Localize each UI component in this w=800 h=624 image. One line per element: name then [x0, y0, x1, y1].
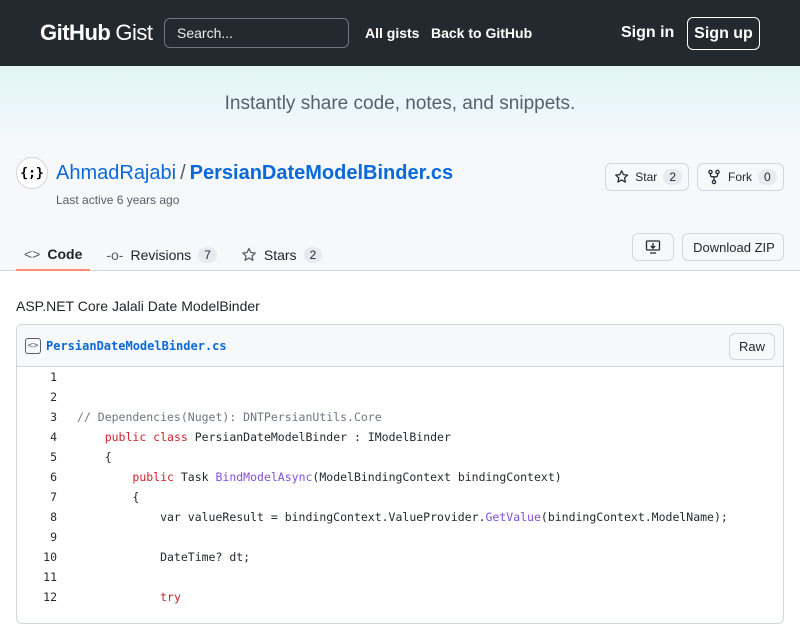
fork-label: Fork: [728, 170, 752, 184]
line-content: try: [73, 590, 181, 604]
line-number[interactable]: 1: [17, 370, 73, 384]
tab-stars-label: Stars: [263, 247, 297, 263]
code-token: var valueResult = bindingContext.ValuePr…: [77, 510, 486, 524]
code-line: 3 // Dependencies(Nuget): DNTPersianUtils…: [17, 407, 783, 427]
gist-description: ASP.NET Core Jalali Date ModelBinder: [16, 298, 260, 314]
stars-count: 2: [303, 247, 323, 263]
code-view: 1 2 3// Dependencies(Nuget): DNTPersianUti…: [17, 367, 783, 607]
code-line: 10 DateTime? dt;: [17, 547, 783, 567]
revisions-count: 7: [198, 247, 217, 263]
line-number[interactable]: 6: [17, 470, 73, 484]
code-token: public: [132, 470, 174, 484]
code-token: Task: [173, 470, 216, 484]
sign-up-button[interactable]: Sign up: [687, 17, 760, 50]
line-content: // Dependencies(Nuget): DNTPersianUtils.…: [73, 410, 382, 424]
code-icon: <>: [24, 246, 41, 262]
hero-tagline: Instantly share code, notes, and snippet…: [224, 92, 576, 114]
code-token: GetValue: [485, 510, 541, 524]
fork-button[interactable]: Fork 0: [697, 163, 784, 191]
last-active-text: Last active 6 years ago: [56, 193, 180, 207]
line-content: public class PersianDateModelBinder : IM…: [73, 430, 451, 444]
owner-avatar[interactable]: {;}: [16, 157, 48, 189]
line-content: {: [73, 450, 112, 464]
desktop-download-icon: [645, 240, 661, 254]
star-icon: [615, 170, 629, 183]
hero-banner: Instantly share code, notes, and snippet…: [0, 66, 800, 141]
line-number[interactable]: 9: [17, 530, 73, 544]
download-zip-button[interactable]: Download ZIP: [682, 233, 784, 261]
code-line: 9: [17, 527, 783, 547]
line-content: {: [73, 490, 139, 504]
gist-file-link[interactable]: PersianDateModelBinder.cs: [190, 162, 453, 184]
star-button[interactable]: Star 2: [605, 163, 689, 191]
code-line: 7 {: [17, 487, 783, 507]
line-number[interactable]: 8: [17, 510, 73, 524]
line-number[interactable]: 4: [17, 430, 73, 444]
code-line: 5 {: [17, 447, 783, 467]
line-number[interactable]: 3: [17, 410, 73, 424]
tab-code-label: Code: [47, 246, 83, 262]
line-number[interactable]: 12: [17, 590, 73, 604]
tab-revisions-label: Revisions: [130, 247, 192, 263]
logo-gist-text: Gist: [115, 20, 153, 45]
file-name-link[interactable]: PersianDateModelBinder.cs: [46, 339, 227, 353]
line-content: DateTime? dt;: [73, 550, 250, 564]
code-token: DateTime? dt;: [77, 550, 251, 564]
tab-revisions[interactable]: -o- Revisions 7: [98, 239, 225, 271]
top-header: GitHub Gist All gists Back to GitHub Sig…: [0, 0, 800, 66]
tab-code[interactable]: <> Code: [16, 239, 91, 271]
github-gist-logo[interactable]: GitHub Gist: [40, 20, 153, 46]
line-number[interactable]: 7: [17, 490, 73, 504]
code-line: 8 var valueResult = bindingContext.Value…: [17, 507, 783, 527]
code-token: (bindingContext.ModelName);: [540, 510, 728, 524]
code-line: 11: [17, 567, 783, 587]
star-label: Star: [635, 170, 658, 184]
search-input[interactable]: [164, 18, 349, 48]
title-separator: /: [180, 162, 186, 184]
code-token: {: [77, 490, 140, 504]
code-token: (ModelBindingContext bindingContext): [312, 470, 562, 484]
code-token: try: [160, 590, 181, 604]
fork-icon: [708, 169, 720, 185]
gist-tabs: <> Code -o- Revisions 7 Stars 2: [16, 239, 338, 271]
code-token: PersianDateModelBinder : IModelBinder: [187, 430, 451, 444]
back-to-github-link[interactable]: Back to GitHub: [431, 25, 532, 41]
gist-header: {;} AhmadRajabi / PersianDateModelBinder.c…: [0, 141, 800, 271]
star-icon: [242, 247, 256, 261]
line-number[interactable]: 11: [17, 570, 73, 584]
code-token: {: [77, 450, 112, 464]
code-line: 12 try: [17, 587, 783, 607]
gist-title: AhmadRajabi / PersianDateModelBinder.cs: [56, 162, 453, 185]
code-token: public class: [104, 430, 188, 444]
code-line: 4 public class PersianDateModelBinder : …: [17, 427, 783, 447]
line-content: var valueResult = bindingContext.ValuePr…: [73, 510, 728, 524]
owner-link[interactable]: AhmadRajabi: [56, 162, 176, 184]
code-token: BindModelAsync: [215, 470, 313, 484]
sign-in-link[interactable]: Sign in: [621, 24, 674, 42]
line-number[interactable]: 5: [17, 450, 73, 464]
fork-count: 0: [758, 169, 777, 185]
line-content: public Task BindModelAsync(ModelBindingC…: [73, 470, 562, 484]
file-container: <> PersianDateModelBinder.cs Raw 1 2 3// D…: [16, 324, 784, 624]
line-number[interactable]: 10: [17, 550, 73, 564]
tab-stars[interactable]: Stars 2: [233, 239, 330, 271]
commit-icon: -o-: [106, 247, 124, 263]
star-count: 2: [663, 169, 682, 185]
code-token: // Dependencies(Nuget): DNTPersianUtils.…: [77, 410, 382, 424]
code-line: 2: [17, 387, 783, 407]
code-line: 1: [17, 367, 783, 387]
embed-clone-button[interactable]: [632, 233, 674, 261]
file-header: <> PersianDateModelBinder.cs Raw: [17, 325, 783, 367]
all-gists-link[interactable]: All gists: [365, 25, 419, 41]
line-number[interactable]: 2: [17, 390, 73, 404]
code-line: 6 public Task BindModelAsync(ModelBindin…: [17, 467, 783, 487]
file-code-icon: <>: [25, 337, 41, 354]
raw-button[interactable]: Raw: [728, 333, 775, 360]
logo-github-text: GitHub: [40, 20, 111, 45]
